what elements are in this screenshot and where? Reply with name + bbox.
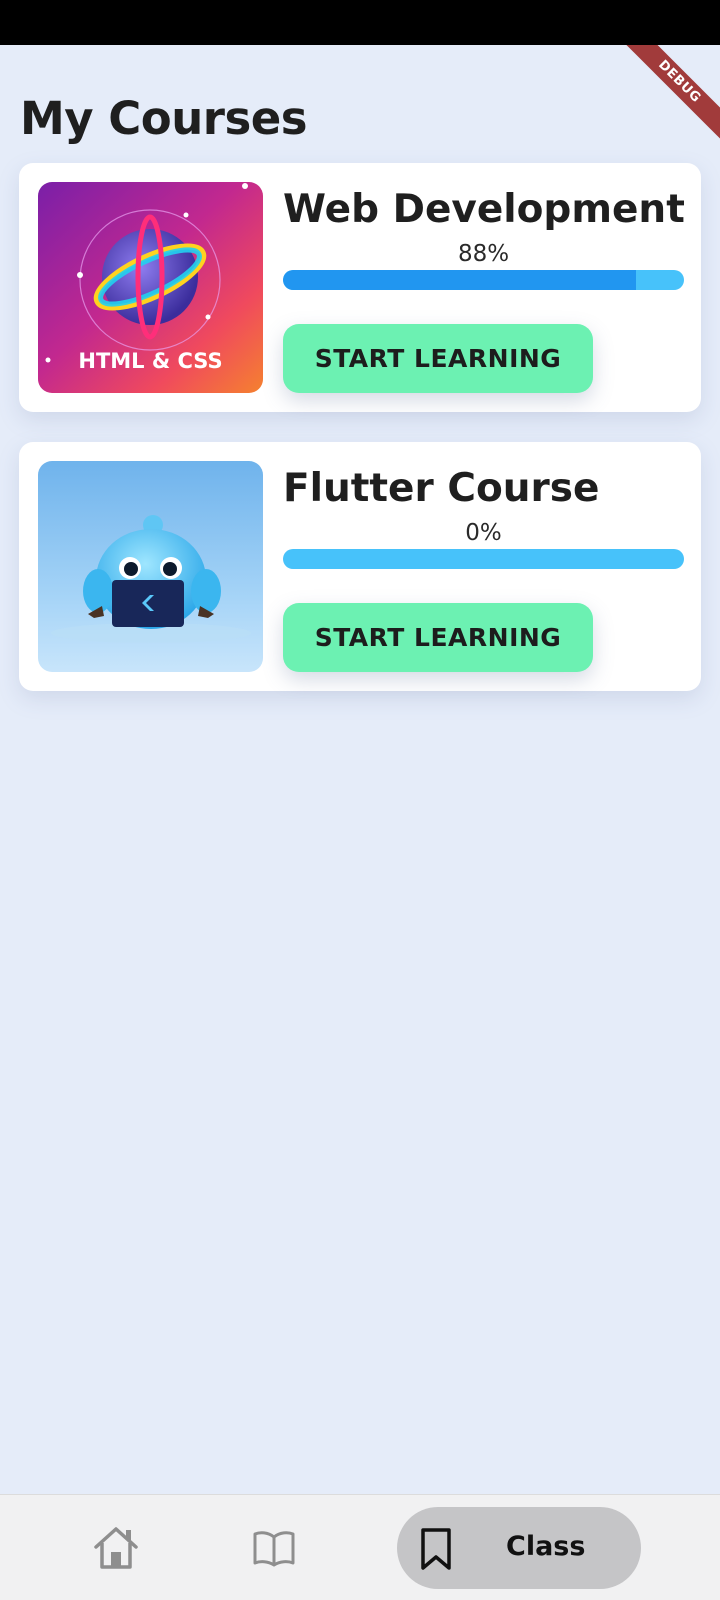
nav-class[interactable]: Class — [397, 1507, 641, 1589]
course-card-flutter[interactable]: Flutter Course 0% START LEARNING — [19, 442, 701, 691]
book-icon — [253, 1531, 295, 1567]
progress-percent: 0% — [465, 520, 502, 546]
progress-percent: 88% — [457, 241, 510, 267]
course-title: Flutter Course — [283, 466, 600, 511]
progress-bar — [283, 549, 684, 569]
status-bar — [0, 0, 720, 45]
course-thumbnail-caption: HTML & CSS — [78, 349, 223, 373]
start-learning-button[interactable]: START LEARNING — [283, 603, 593, 672]
nav-home[interactable] — [86, 1495, 146, 1600]
start-learning-button[interactable]: START LEARNING — [283, 324, 593, 393]
debug-banner-label: DEBUG — [618, 45, 720, 143]
bottom-navigation: Class — [0, 1494, 720, 1600]
home-icon — [94, 1527, 138, 1569]
course-card-web-development[interactable]: HTML & CSS Web Development 88% START LEA… — [19, 163, 701, 412]
course-thumbnail-html-css: HTML & CSS — [38, 182, 263, 393]
nav-courses[interactable] — [244, 1495, 304, 1600]
bookmark-icon — [421, 1528, 451, 1570]
debug-banner: DEBUG — [610, 45, 720, 155]
progress-fill — [283, 270, 636, 290]
page-title: My Courses — [20, 92, 308, 145]
nav-class-label: Class — [506, 1531, 586, 1562]
progress-bar — [283, 270, 684, 290]
course-title: Web Development — [283, 187, 685, 232]
course-thumbnail-flutter — [38, 461, 263, 672]
